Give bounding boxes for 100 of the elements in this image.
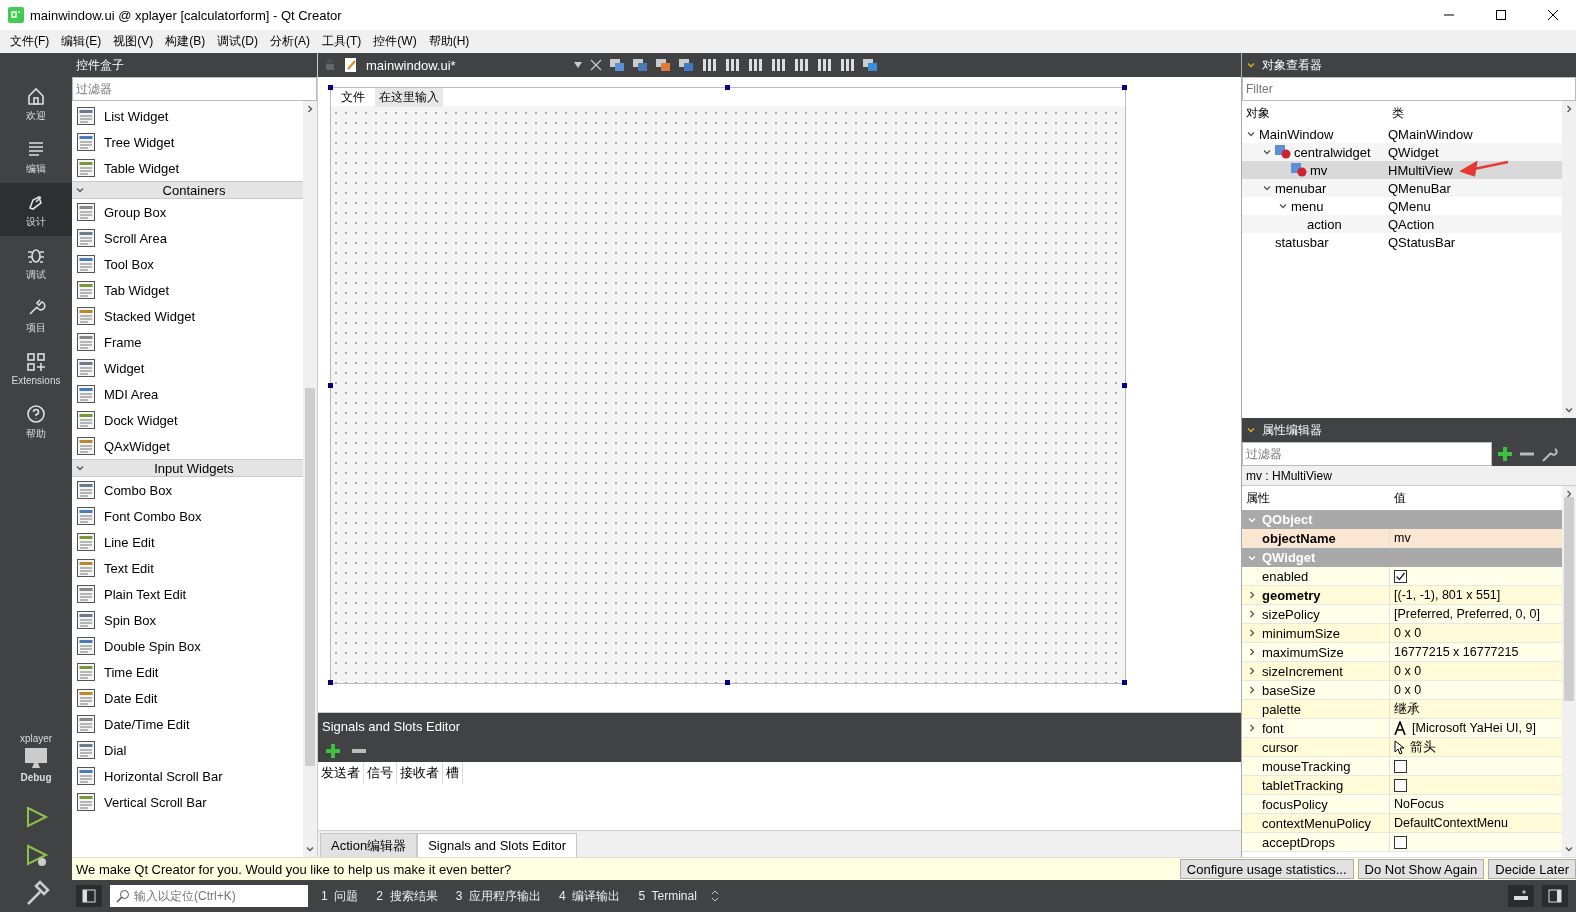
output-toggle-icon[interactable] [1508, 885, 1534, 907]
chevron-icon[interactable] [1246, 425, 1256, 435]
output-pane-button[interactable]: 1 问题 [316, 887, 364, 905]
mode-tab[interactable]: 项目 [0, 289, 72, 342]
property-value[interactable]: 0 x 0 [1394, 626, 1422, 640]
resize-handle[interactable] [328, 680, 333, 685]
widget-item[interactable]: Stacked Widget [72, 303, 303, 329]
layout-tool-icon[interactable] [770, 58, 786, 72]
tree-row[interactable]: action QAction [1242, 215, 1562, 233]
menu-item[interactable]: 分析(A) [264, 33, 316, 50]
chevron-icon[interactable] [1564, 104, 1574, 114]
tree-row[interactable]: menubar QMenuBar [1242, 179, 1562, 197]
tab[interactable]: Action编辑器 [320, 833, 418, 857]
mode-tab[interactable]: 调试 [0, 236, 72, 289]
property-value[interactable]: [(-1, -1), 801 x 551] [1394, 588, 1501, 602]
info-button[interactable]: Configure usage statistics... [1179, 859, 1354, 879]
property-value[interactable]: 16777215 x 16777215 [1394, 645, 1519, 659]
property-value[interactable]: 0 x 0 [1394, 683, 1422, 697]
widget-item[interactable]: Double Spin Box [72, 633, 303, 659]
widget-item[interactable]: Text Edit [72, 555, 303, 581]
sidebar-toggle-icon[interactable] [1542, 885, 1568, 907]
widget-item[interactable]: Dock Widget [72, 407, 303, 433]
mode-tab[interactable]: 设计 [0, 183, 72, 236]
layout-tool-icon[interactable] [839, 58, 855, 72]
property-name[interactable]: palette [1262, 701, 1302, 717]
property-name[interactable]: focusPolicy [1262, 796, 1328, 812]
menu-item[interactable]: 视图(V) [107, 33, 160, 50]
up-down-icon[interactable] [709, 889, 720, 903]
property-value[interactable]: [Preferred, Preferred, 0, 0] [1394, 607, 1540, 621]
layout-tool-icon[interactable] [862, 58, 878, 72]
file-name[interactable]: mainwindow.ui* [366, 57, 566, 73]
widget-item[interactable]: Table Widget [72, 155, 303, 181]
menu-item[interactable]: 构建(B) [159, 33, 212, 50]
close-icon[interactable] [590, 59, 602, 71]
chevron-icon[interactable] [305, 844, 315, 854]
layout-tool-icon[interactable] [747, 58, 763, 72]
resize-handle[interactable] [1122, 382, 1127, 388]
scrollbar[interactable] [303, 101, 317, 857]
column-header[interactable]: 值 [1390, 489, 1406, 507]
filter-field[interactable]: 过滤器 [1242, 442, 1492, 466]
form-menu-item[interactable]: 文件 [337, 87, 369, 107]
layout-tool-icon[interactable] [609, 58, 625, 72]
property-name[interactable]: minimumSize [1262, 625, 1340, 641]
layout-tool-icon[interactable] [701, 58, 717, 72]
chevron-icon[interactable] [1564, 844, 1574, 854]
layout-tool-icon[interactable] [655, 58, 671, 72]
widget-item[interactable]: Horizontal Scroll Bar [72, 763, 303, 789]
category-header[interactable]: Containers [72, 181, 303, 199]
widget-item[interactable]: Time Edit [72, 659, 303, 685]
output-pane-button[interactable]: 5 Terminal [633, 889, 702, 903]
resize-handle[interactable] [725, 680, 730, 685]
filter-field[interactable]: Filter [1242, 77, 1576, 101]
property-name[interactable]: sizeIncrement [1262, 663, 1343, 679]
menu-item[interactable]: 编辑(E) [55, 33, 108, 50]
checkbox[interactable] [1394, 835, 1407, 849]
output-pane-button[interactable]: 3 应用程序输出 [450, 887, 547, 905]
menu-item[interactable]: 工具(T) [316, 33, 368, 50]
output-pane-button[interactable]: 2 搜索结果 [371, 887, 443, 905]
tree-row[interactable]: centralwidget QWidget [1242, 143, 1562, 161]
widget-item[interactable]: Combo Box [72, 477, 303, 503]
checkbox[interactable] [1394, 759, 1407, 773]
mode-tab[interactable]: 帮助 [0, 395, 72, 448]
chevron-icon[interactable] [1262, 147, 1272, 157]
property-value[interactable]: 箭头 [1410, 738, 1436, 756]
info-button[interactable]: Do Not Show Again [1357, 859, 1485, 879]
widget-item[interactable]: Tree Widget [72, 129, 303, 155]
widget-item[interactable]: Spin Box [72, 607, 303, 633]
widget-item[interactable]: List Widget [72, 103, 303, 129]
widget-item[interactable]: Widget [72, 355, 303, 381]
property-name[interactable]: cursor [1262, 739, 1299, 755]
widget-item[interactable]: Frame [72, 329, 303, 355]
property-name[interactable]: font [1262, 720, 1284, 736]
column-header[interactable]: 类 [1388, 104, 1404, 122]
menu-item[interactable]: 控件(W) [367, 33, 423, 50]
kit-selector[interactable]: xplayer Debug [0, 718, 72, 798]
chevron-icon[interactable] [1246, 129, 1256, 139]
info-button[interactable]: Decide Later [1488, 859, 1576, 879]
resize-handle[interactable] [1122, 680, 1127, 685]
form-canvas[interactable]: 文件 在这里输入 [330, 87, 1126, 684]
property-name[interactable]: enabled [1262, 568, 1309, 584]
widget-item[interactable]: Date/Time Edit [72, 711, 303, 737]
widget-item[interactable]: Scroll Area [72, 225, 303, 251]
property-value[interactable]: NoFocus [1394, 797, 1445, 811]
mode-tab[interactable]: 编辑 [0, 130, 72, 183]
resize-handle[interactable] [1122, 85, 1127, 90]
layout-tool-icon[interactable] [793, 58, 809, 72]
chevron-icon[interactable] [1246, 60, 1256, 70]
layout-tool-icon[interactable] [724, 58, 740, 72]
widget-item[interactable]: Font Combo Box [72, 503, 303, 529]
property-name[interactable]: maximumSize [1262, 644, 1344, 660]
property-value[interactable]: [Microsoft YaHei UI, 9] [1412, 721, 1536, 735]
property-name[interactable]: acceptDrops [1262, 834, 1335, 850]
property-name[interactable]: objectName [1262, 530, 1336, 546]
property-value[interactable]: mv [1394, 531, 1411, 545]
locator-field[interactable]: 输入以定位(Ctrl+K) [110, 885, 308, 907]
property-name[interactable]: contextMenuPolicy [1262, 815, 1372, 831]
mode-tab[interactable]: 欢迎 [0, 77, 72, 130]
widget-item[interactable]: Date Edit [72, 685, 303, 711]
property-name[interactable]: sizePolicy [1262, 606, 1320, 622]
column-header[interactable]: 槽 [443, 762, 463, 784]
